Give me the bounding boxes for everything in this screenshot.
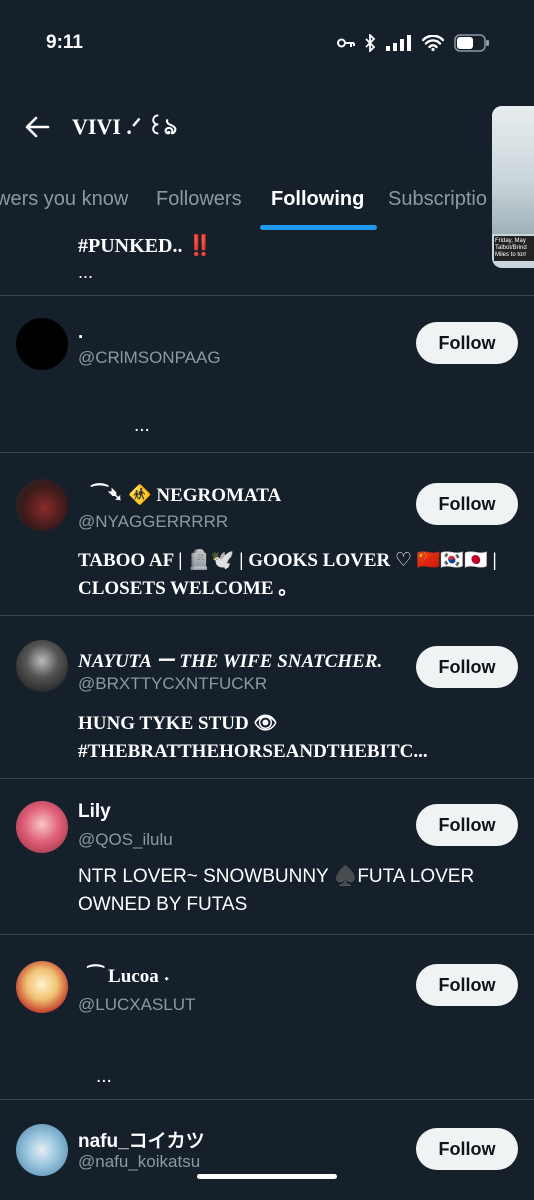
follow-button[interactable]: Follow: [416, 964, 518, 1006]
user-name: ⁀➴ 🚸 NEGROMATA: [92, 485, 282, 506]
avatar[interactable]: [16, 961, 68, 1013]
list-item[interactable]: NAYUTA ー THE WIFE SNATCHER. @BRXTTYCXNTF…: [0, 616, 534, 778]
follow-button[interactable]: Follow: [416, 646, 518, 688]
user-handle: @QOS_ilulu: [78, 830, 173, 849]
back-arrow-icon[interactable]: [22, 112, 52, 142]
user-bio: NTR LOVER~ SNOWBUNNY ♠️FUTA LOVER OWNED …: [78, 866, 475, 915]
tab-subscriptions[interactable]: Subscriptio: [388, 188, 487, 211]
user-name: Lily: [78, 801, 111, 822]
status-icons: [337, 34, 490, 52]
list-item-bio-more: ...: [78, 262, 94, 282]
follow-button[interactable]: Follow: [416, 1128, 518, 1170]
avatar[interactable]: [16, 801, 68, 853]
signal-icon: [386, 35, 412, 51]
tab-active-indicator: [260, 225, 377, 230]
user-handle: @LUCXASLUT: [78, 995, 196, 1014]
status-bar: 9:11: [0, 0, 534, 90]
follow-button[interactable]: Follow: [416, 322, 518, 364]
following-list: #PUNKED.. ‼️ ... . @CRlMSONPAAG Follow .…: [0, 232, 534, 1200]
list-item[interactable]: . @CRlMSONPAAG Follow ...: [0, 296, 534, 452]
bluetooth-icon: [365, 34, 376, 52]
user-handle: @CRlMSONPAAG: [78, 348, 221, 367]
avatar[interactable]: [16, 1124, 68, 1176]
user-name: .: [78, 322, 84, 343]
avatar[interactable]: [16, 640, 68, 692]
list-item-bio-tail: #PUNKED.. ‼️: [78, 235, 213, 257]
user-name: ⁀ Lucoa ˖: [88, 966, 170, 987]
follow-button[interactable]: Follow: [416, 804, 518, 846]
avatar[interactable]: [16, 479, 68, 531]
home-indicator[interactable]: [197, 1174, 337, 1179]
tab-followers[interactable]: Followers: [156, 188, 242, 211]
tab-following[interactable]: Following: [271, 188, 364, 211]
list-item[interactable]: Lily @QOS_ilulu Follow NTR LOVER~ SNOWBU…: [0, 779, 534, 934]
list-item[interactable]: ⁀➴ 🚸 NEGROMATA @NYAGGERRRRR Follow TABOO…: [0, 453, 534, 615]
user-bio: ...: [96, 1066, 112, 1087]
user-name: nafu_コイカツ: [78, 1131, 205, 1152]
key-icon: [337, 37, 355, 49]
list-item[interactable]: nafu_コイカツ @nafu_koikatsu Follow: [0, 1100, 534, 1200]
profile-name: VIVI .ᐟ ꒰ঌ: [72, 114, 178, 139]
battery-icon: [454, 34, 490, 52]
profile-header: VIVI .ᐟ ꒰ঌ: [0, 90, 534, 165]
user-handle: @BRXTTYCXNTFUCKR: [78, 674, 268, 693]
user-name: NAYUTA ー THE WIFE SNATCHER.: [78, 651, 383, 672]
tab-followers-you-know[interactable]: wers you know: [0, 188, 128, 211]
list-item[interactable]: ⁀ Lucoa ˖ @LUCXASLUT Follow ...: [0, 935, 534, 1099]
follow-button[interactable]: Follow: [416, 483, 518, 525]
user-handle: @NYAGGERRRRR: [78, 512, 229, 531]
user-bio: TABOO AF | 🪦🕊️ | GOOKS LOVER ♡ 🇨🇳🇰🇷🇯🇵 | …: [78, 550, 497, 599]
follow-tabs: wers you know Followers Following Subscr…: [0, 170, 534, 232]
user-handle: @nafu_koikatsu: [78, 1152, 201, 1171]
user-bio: HUNG TYKE STUD 👁 #THEBRATTHEHORSEANDTHEB…: [78, 713, 428, 762]
wifi-icon: [422, 35, 444, 51]
avatar[interactable]: [16, 318, 68, 370]
status-time: 9:11: [46, 32, 83, 53]
user-bio: ...: [134, 415, 150, 436]
pip-video-frame: [492, 106, 534, 234]
